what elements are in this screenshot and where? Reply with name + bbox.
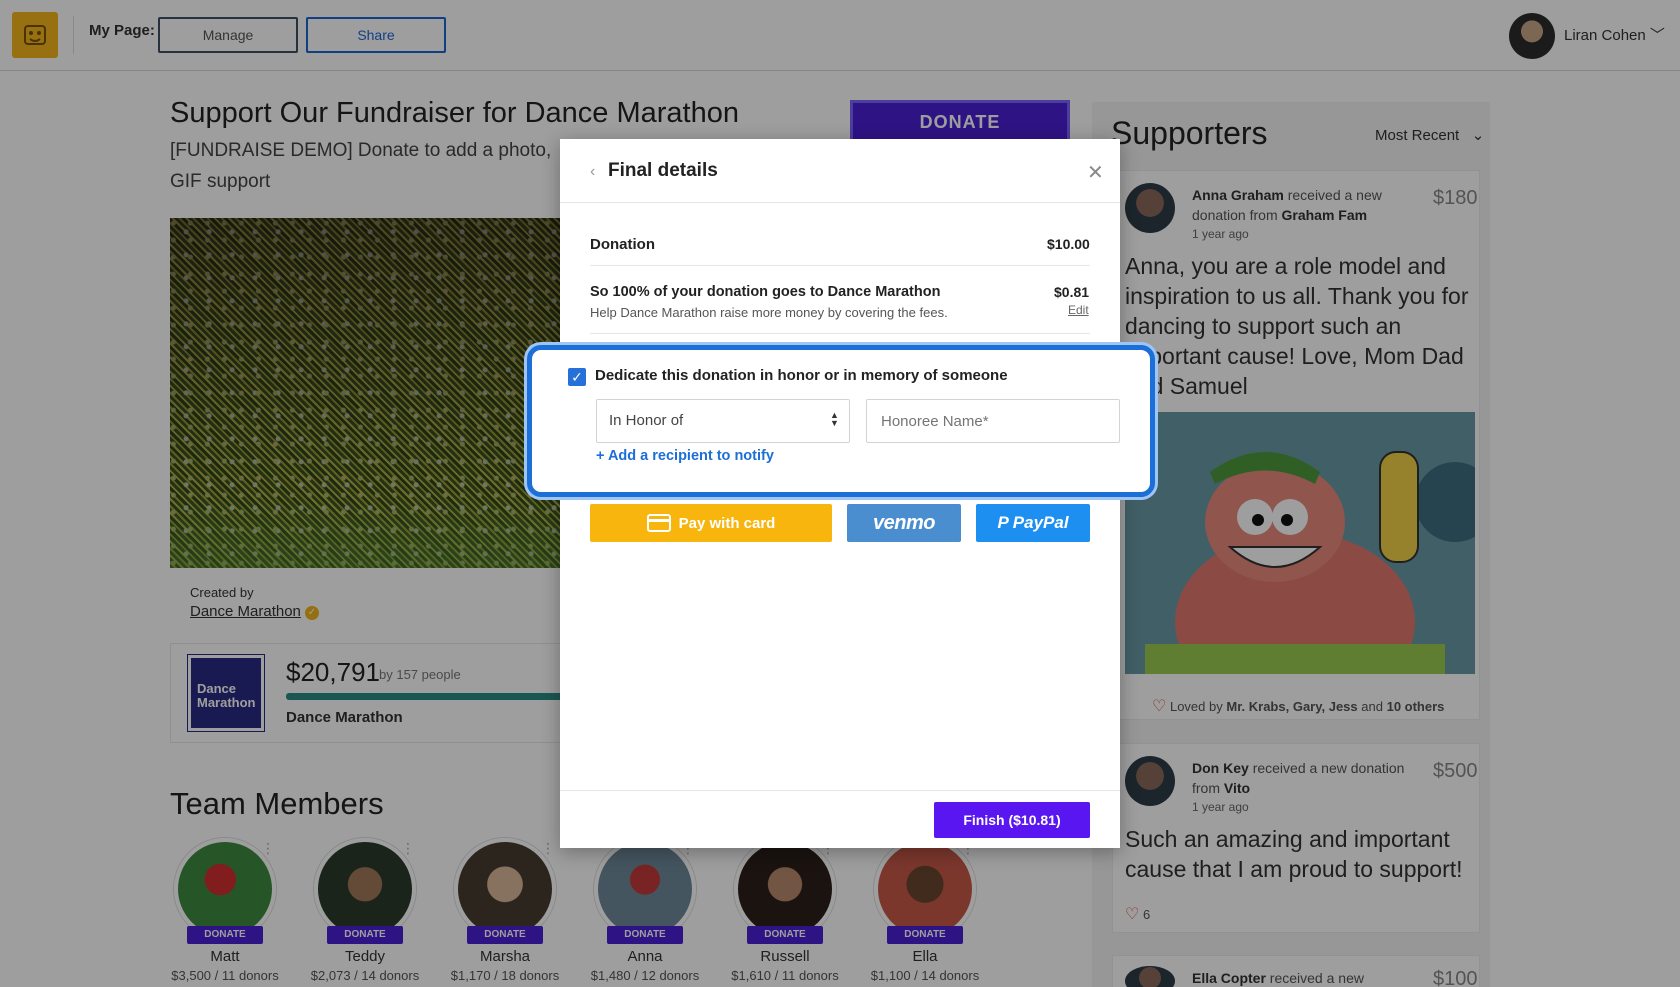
select-arrows-icon: ▲ ▼ (830, 410, 839, 428)
divider (560, 790, 1120, 791)
honoree-name-input[interactable] (866, 399, 1120, 443)
dedicate-checkbox[interactable]: ✓ (568, 368, 586, 386)
dedicate-label[interactable]: Dedicate this donation in honor or in me… (595, 367, 1008, 384)
pay-with-venmo-button[interactable]: venmo (847, 504, 961, 542)
venmo-label: venmo (873, 511, 935, 534)
fee-value: $0.81 (1054, 284, 1090, 300)
dedication-type-select[interactable]: In Honor of (596, 399, 850, 443)
modal-title: Final details (608, 160, 718, 181)
back-icon[interactable]: ‹ (590, 163, 595, 181)
divider (590, 333, 1090, 334)
pay-card-label: Pay with card (678, 514, 776, 532)
donation-label: Donation (590, 236, 655, 253)
divider (590, 265, 1090, 266)
divider (560, 202, 1120, 203)
donation-value: $10.00 (1047, 236, 1090, 252)
paypal-label: PayPal (1012, 513, 1069, 532)
paypal-icon: P (997, 513, 1009, 532)
credit-card-icon (646, 514, 671, 532)
pay-with-paypal-button[interactable]: P PayPal (976, 504, 1090, 542)
fee-label: So 100% of your donation goes to Dance M… (590, 284, 941, 300)
close-icon[interactable]: ✕ (1087, 160, 1104, 185)
pay-with-card-button[interactable]: Pay with card (590, 504, 832, 542)
fee-edit-link[interactable]: Edit (1068, 303, 1089, 317)
finish-button[interactable]: Finish ($10.81) (934, 802, 1090, 838)
add-recipient-link[interactable]: + Add a recipient to notify (596, 448, 774, 464)
fee-subtext: Help Dance Marathon raise more money by … (590, 305, 948, 320)
